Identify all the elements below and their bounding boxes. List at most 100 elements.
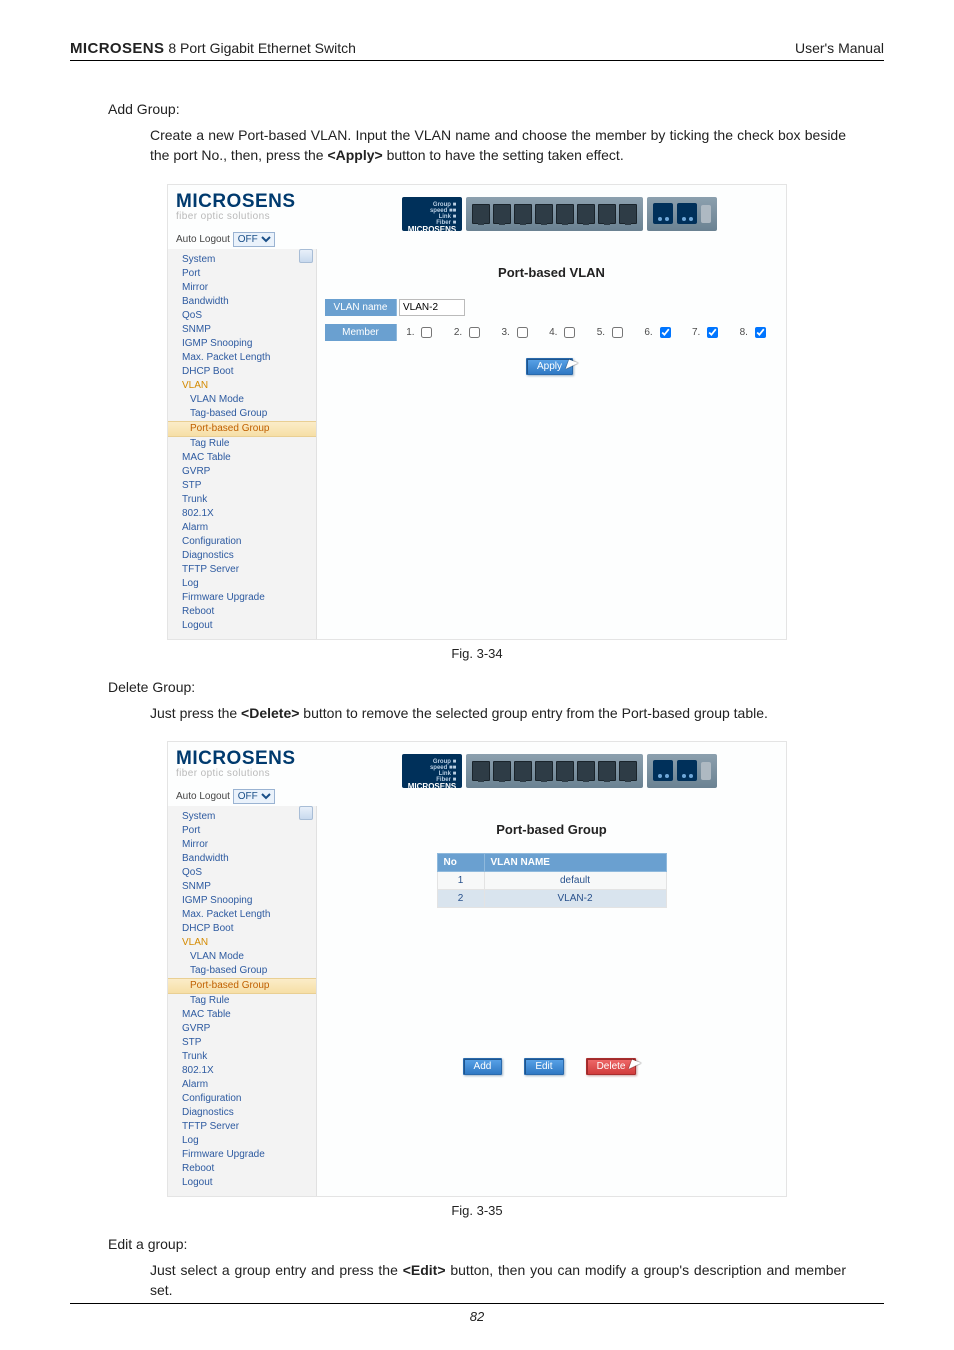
sidebar-item[interactable]: STP [168,1036,316,1050]
member-cell: 2. [445,321,493,344]
rj45-ports-icon [466,197,643,231]
vlan-name-input[interactable] [399,299,465,316]
edit-group-body: Just select a group entry and press the … [108,1260,846,1301]
sidebar-item[interactable]: Diagnostics [168,1106,316,1120]
autologout-select[interactable]: OFF [233,232,275,247]
device-graphic: Group ■speed ■■Link ■Fiber ■ MICROSENS [341,748,778,788]
member-cell: 5. [588,321,636,344]
sidebar-item[interactable]: QoS [168,309,316,323]
table-row[interactable]: 2VLAN-2 [437,889,666,907]
member-checkbox[interactable] [755,327,766,338]
sidebar-item[interactable]: IGMP Snooping [168,337,316,351]
chip-icon: Group ■speed ■■Link ■Fiber ■ MICROSENS [402,197,462,231]
sidebar-item[interactable]: Reboot [168,605,316,619]
sidebar-item[interactable]: Tag-based Group [168,407,316,421]
sidebar-item[interactable]: DHCP Boot [168,922,316,936]
sfp-ports-icon [647,197,717,231]
sidebar-item[interactable]: Log [168,1134,316,1148]
edit-button[interactable]: Edit [524,1058,563,1075]
sidebar-item[interactable]: VLAN [168,936,316,950]
sidebar-item[interactable]: Log [168,577,316,591]
sidebar-item[interactable]: QoS [168,866,316,880]
page-number: 82 [0,1309,954,1324]
sidebar-item[interactable]: GVRP [168,1022,316,1036]
sidebar-item[interactable]: SNMP [168,880,316,894]
sidebar-item[interactable]: Mirror [168,281,316,295]
sidebar-item[interactable]: SNMP [168,323,316,337]
sidebar-item[interactable]: Reboot [168,1162,316,1176]
sidebar-item[interactable]: VLAN Mode [168,393,316,407]
sidebar-item[interactable]: Trunk [168,493,316,507]
sidebar-item[interactable]: Logout [168,619,316,633]
sidebar-item[interactable]: TFTP Server [168,563,316,577]
member-cell: 6. [635,321,683,344]
sidebar-item[interactable]: DHCP Boot [168,365,316,379]
sidebar-item[interactable]: Tag Rule [168,994,316,1008]
add-group-body: Create a new Port-based VLAN. Input the … [108,125,846,166]
sidebar-item[interactable]: Configuration [168,1092,316,1106]
vlan-name-header: VLAN name [325,299,397,316]
cursor-icon [567,361,577,375]
member-checkbox[interactable] [660,327,671,338]
sidebar-item[interactable]: Bandwidth [168,295,316,309]
sidebar-item[interactable]: Tag Rule [168,437,316,451]
member-checkbox[interactable] [469,327,480,338]
sidebar-item[interactable]: VLAN [168,379,316,393]
delete-group-body: Just press the <Delete> button to remove… [108,703,846,723]
sidebar-item[interactable]: Bandwidth [168,852,316,866]
member-checkbox[interactable] [421,327,432,338]
sidebar-item[interactable]: Firmware Upgrade [168,1148,316,1162]
header-brand: MICROSENS [70,40,164,57]
sidebar-item[interactable]: GVRP [168,465,316,479]
app-brand: MICROSENS [176,191,341,213]
member-checkbox[interactable] [707,327,718,338]
fig-caption-3-35: Fig. 3-35 [70,1203,884,1218]
delete-group-title: Delete Group: [108,679,846,695]
sidebar-item[interactable]: Mirror [168,838,316,852]
sidebar-item[interactable]: TFTP Server [168,1120,316,1134]
cursor-icon [630,1061,640,1075]
pane-title: Port-based Group [325,822,778,837]
sidebar-item[interactable]: 802.1X [168,507,316,521]
sidebar-item[interactable]: Port-based Group [168,421,316,437]
app-brand: MICROSENS [176,748,341,770]
sidebar-item[interactable]: Firmware Upgrade [168,591,316,605]
member-checkbox[interactable] [564,327,575,338]
sidebar-item[interactable]: Tag-based Group [168,964,316,978]
sidebar-item[interactable]: Logout [168,1176,316,1190]
sidebar-item[interactable]: IGMP Snooping [168,894,316,908]
sidebar-item[interactable]: Alarm [168,521,316,535]
autologout-label: Auto Logout [176,791,230,802]
footer-rule [70,1303,884,1304]
sidebar-item[interactable]: STP [168,479,316,493]
autologout-select[interactable]: OFF [233,789,275,804]
member-checkbox[interactable] [612,327,623,338]
header-product: 8 Port Gigabit Ethernet Switch [164,40,355,56]
sidebar-item[interactable]: Diagnostics [168,549,316,563]
fig-caption-3-34: Fig. 3-34 [70,646,884,661]
member-header: Member [325,324,397,341]
sidebar-item[interactable]: Trunk [168,1050,316,1064]
sidebar-item[interactable]: Port [168,824,316,838]
sidebar-item[interactable]: System [168,253,316,267]
sidebar-item[interactable]: 802.1X [168,1064,316,1078]
sidebar-item[interactable]: VLAN Mode [168,950,316,964]
sidebar-item[interactable]: MAC Table [168,1008,316,1022]
member-checkbox[interactable] [517,327,528,338]
col-no: No [437,853,484,871]
sidebar-item[interactable]: Configuration [168,535,316,549]
screenshot-port-based-vlan: MICROSENS fiber optic solutions Auto Log… [167,184,787,640]
sidebar-item[interactable]: Alarm [168,1078,316,1092]
add-button[interactable]: Add [463,1058,503,1075]
sidebar-item[interactable]: System [168,810,316,824]
member-cell: 7. [683,321,731,344]
sidebar-item[interactable]: Port-based Group [168,978,316,994]
pane-title: Port-based VLAN [325,265,778,280]
member-cell: 3. [492,321,540,344]
sidebar-item[interactable]: Max. Packet Length [168,908,316,922]
sidebar-item[interactable]: MAC Table [168,451,316,465]
table-row[interactable]: 1default [437,871,666,889]
sidebar-item[interactable]: Port [168,267,316,281]
header-right: User's Manual [795,40,884,56]
sidebar-item[interactable]: Max. Packet Length [168,351,316,365]
